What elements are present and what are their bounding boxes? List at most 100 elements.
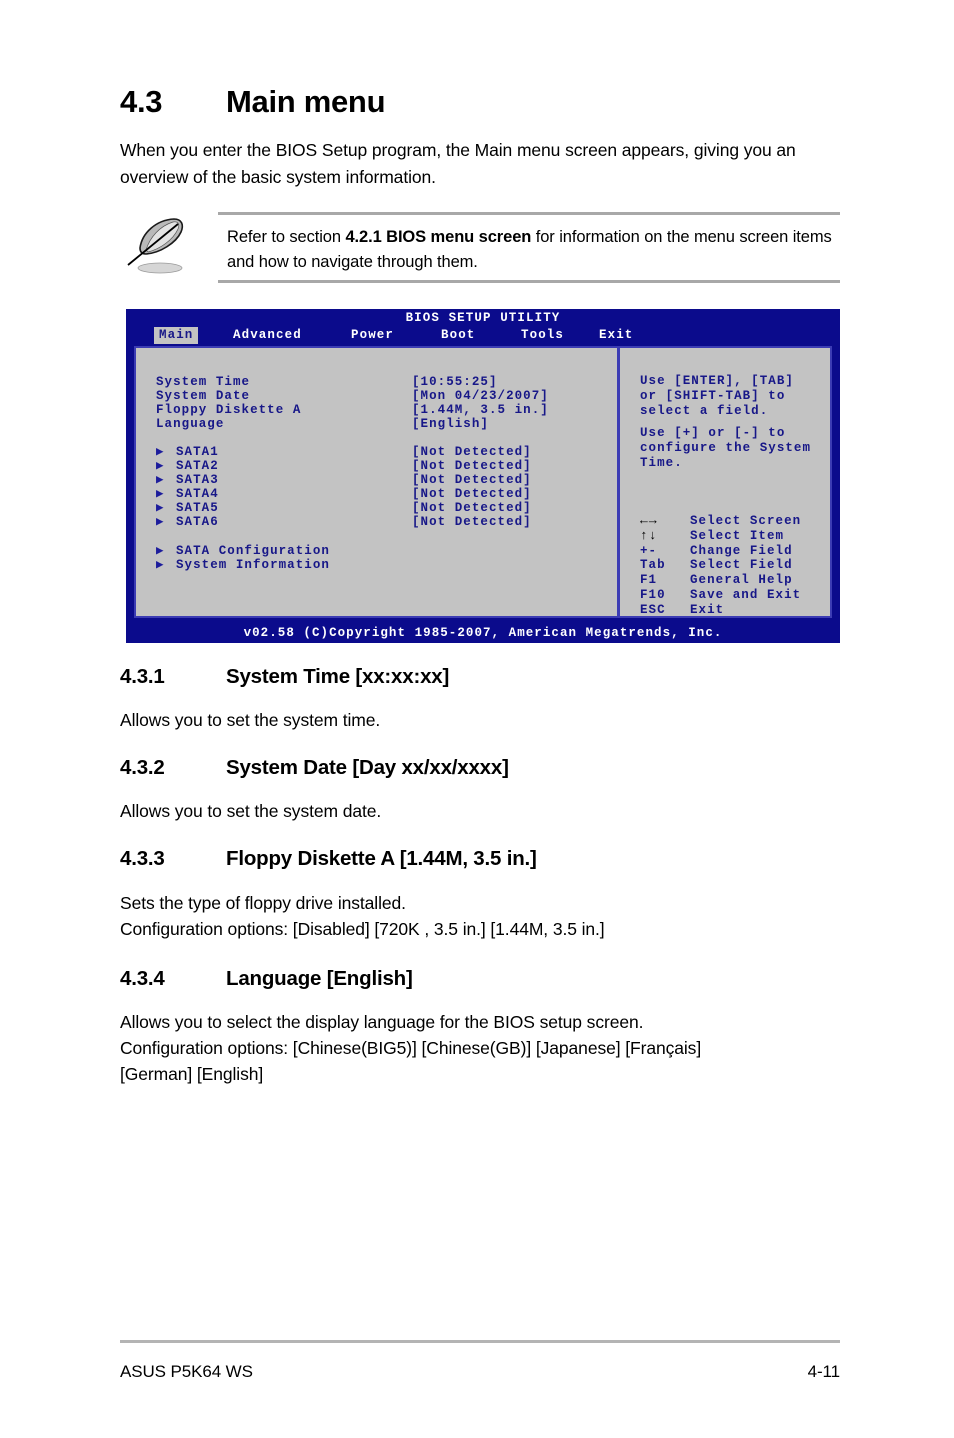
subsection-heading-434: 4.3.4 Language [English] [120, 967, 860, 991]
submenu-triangle-icon: ▶ [156, 544, 165, 558]
subsection-title: Floppy Diskette A [1.44M, 3.5 in.] [226, 847, 537, 870]
bios-key-action: Select Screen [690, 514, 802, 528]
bios-value-sata2: [Not Detected] [412, 459, 532, 473]
subsection-heading-432: 4.3.2 System Date [Day xx/xx/xxxx] [120, 756, 860, 780]
submenu-triangle-icon: ▶ [156, 459, 165, 473]
bios-value-system-time[interactable]: [10:55:25] [412, 375, 498, 389]
section-number: 4.3 [120, 84, 163, 119]
bios-key-row: Tab Select Field [640, 558, 801, 573]
subsection-heading-431: 4.3.1 System Time [xx:xx:xx] [120, 665, 860, 689]
subsection-number: 4.3.2 [120, 756, 165, 779]
bios-content-frame: System Time [10:55:25] System Date [Mon 04… [134, 346, 832, 618]
bios-row-system-information[interactable]: ▶ System Information [156, 558, 330, 573]
bios-key-row: F10 Save and Exit [640, 588, 801, 603]
footer-page-number: 4-11 [807, 1362, 840, 1381]
bios-value-sata3: [Not Detected] [412, 473, 532, 487]
bios-value-system-date[interactable]: [Mon 04/23/2007] [412, 389, 549, 403]
note-text-before: Refer to section [227, 228, 346, 246]
submenu-triangle-icon: ▶ [156, 558, 165, 572]
bios-help-panel: Use [ENTER], [TAB] or [SHIFT-TAB] to sel… [626, 348, 826, 618]
bios-label-sata5: SATA5 [176, 501, 219, 515]
bios-help-text-2: Use [+] or [-] to configure the System T… [640, 426, 812, 470]
bios-label-sata1: SATA1 [176, 445, 219, 459]
note-rule-bottom [218, 280, 840, 283]
bios-key-legend: ←→ Select Screen ↑↓ Select Item +- Change F… [640, 513, 802, 618]
subsection-number: 4.3.4 [120, 967, 165, 990]
bios-value-floppy-diskette-a[interactable]: [1.44M, 3.5 in.] [412, 403, 549, 417]
bios-key-row: ←→ Select Screen [640, 513, 802, 529]
bios-label-floppy-diskette-a: Floppy Diskette A [156, 403, 302, 417]
bios-key-action: Select Item [690, 528, 785, 543]
bios-setup-screen: BIOS SETUP UTILITY Main Advanced Power B… [126, 309, 840, 643]
note-rule-top [218, 212, 840, 215]
note-box: Refer to section 4.2.1 BIOS menu screen … [120, 205, 840, 283]
bios-tab-power[interactable]: Power [346, 327, 399, 344]
bios-label-sata6: SATA6 [176, 515, 219, 529]
bios-row-sata4[interactable]: ▶ SATA4 [Not Detected] [156, 487, 532, 502]
subsection-title: System Time [xx:xx:xx] [226, 665, 450, 688]
bios-key-row: ↑↓ Select Item [640, 527, 801, 544]
footer-product-name: ASUS P5K64 WS [120, 1362, 253, 1381]
bios-tab-main[interactable]: Main [154, 327, 199, 344]
bios-row-system-time[interactable]: System Time [10:55:25] [156, 375, 498, 390]
bios-title: BIOS SETUP UTILITY [405, 311, 561, 325]
bios-row-sata2[interactable]: ▶ SATA2 [Not Detected] [156, 459, 532, 474]
subsection-body-431: Allows you to set the system time. [120, 710, 381, 730]
esc-key-label: ESC [640, 602, 666, 617]
subsection-title: Language [English] [226, 967, 413, 990]
bios-key-row: F1 General Help [640, 573, 801, 588]
f10-key-label: F10 [640, 587, 666, 602]
bios-row-language[interactable]: Language [English] [156, 417, 489, 432]
bios-tab-advanced[interactable]: Advanced [228, 327, 307, 344]
bios-tab-exit[interactable]: Exit [594, 327, 638, 344]
section-heading: 4.3 Main menu [120, 84, 840, 120]
bios-value-language[interactable]: [English] [412, 417, 489, 431]
note-body: Refer to section 4.2.1 BIOS menu screen … [218, 205, 840, 283]
bios-label-system-information: System Information [176, 558, 330, 572]
bios-label-language: Language [156, 417, 225, 431]
document-page: 4.3 Main menu When you enter the BIOS Se… [0, 0, 954, 1438]
bios-row-sata1[interactable]: ▶ SATA1 [Not Detected] [156, 445, 532, 460]
bios-menu-bar: Main Advanced Power Boot Tools Exit [126, 327, 840, 344]
subsection-body-433: Sets the type of floppy drive installed.… [120, 893, 605, 939]
bios-row-sata3[interactable]: ▶ SATA3 [Not Detected] [156, 473, 532, 488]
bios-key-row: +- Change Field [640, 544, 801, 559]
left-right-arrow-icon: ←→ [640, 513, 658, 528]
submenu-triangle-icon: ▶ [156, 445, 165, 459]
bios-tab-tools[interactable]: Tools [516, 327, 569, 344]
section-title: Main menu [226, 84, 386, 119]
bios-label-sata3: SATA3 [176, 473, 219, 487]
bios-tab-boot[interactable]: Boot [436, 327, 480, 344]
bios-row-sata6[interactable]: ▶ SATA6 [Not Detected] [156, 515, 532, 530]
bios-row-system-date[interactable]: System Date [Mon 04/23/2007] [156, 389, 549, 404]
note-text: Refer to section 4.2.1 BIOS menu screen … [227, 225, 839, 275]
bios-row-sata-configuration[interactable]: ▶ SATA Configuration [156, 544, 330, 559]
tab-key-label: Tab [640, 558, 666, 573]
bios-label-system-time: System Time [156, 375, 251, 389]
bios-key-action: Exit [690, 602, 725, 617]
bios-key-row: ESC Exit [640, 603, 801, 618]
footer-rule [120, 1340, 840, 1343]
bios-row-floppy-diskette-a[interactable]: Floppy Diskette A [1.44M, 3.5 in.] [156, 403, 549, 418]
subsection-number: 4.3.1 [120, 665, 165, 688]
bios-label-sata4: SATA4 [176, 487, 219, 501]
subsection-heading-433: 4.3.3 Floppy Diskette A [1.44M, 3.5 in.] [120, 847, 860, 871]
subsection-number: 4.3.3 [120, 847, 165, 870]
bios-key-action: Save and Exit [690, 587, 802, 602]
bios-label-system-date: System Date [156, 389, 251, 403]
bios-settings-panel: System Time [10:55:25] System Date [Mon 04… [136, 348, 615, 616]
bios-key-action: Select Field [690, 558, 793, 573]
bios-row-sata5[interactable]: ▶ SATA5 [Not Detected] [156, 501, 532, 516]
bios-value-sata6: [Not Detected] [412, 515, 532, 529]
bios-panel-divider [617, 348, 620, 616]
bios-key-action: General Help [690, 573, 793, 588]
submenu-triangle-icon: ▶ [156, 501, 165, 515]
submenu-triangle-icon: ▶ [156, 487, 165, 501]
submenu-triangle-icon: ▶ [156, 473, 165, 487]
section-intro-paragraph: When you enter the BIOS Setup program, t… [120, 140, 796, 187]
submenu-triangle-icon: ▶ [156, 515, 165, 529]
subsection-body-434: Allows you to select the display languag… [120, 1012, 702, 1084]
bios-value-sata1: [Not Detected] [412, 445, 532, 459]
f1-key-label: F1 [640, 573, 658, 588]
up-down-arrow-icon: ↑↓ [640, 527, 658, 543]
